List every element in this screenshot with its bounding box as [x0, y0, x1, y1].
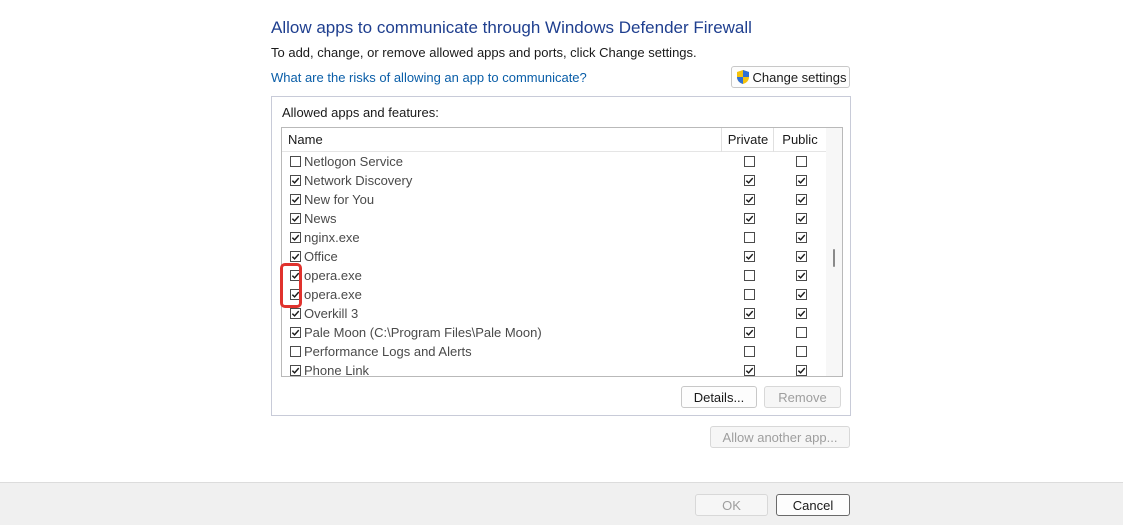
- public-network-checkbox[interactable]: [796, 308, 807, 319]
- uac-shield-icon: [735, 69, 751, 85]
- app-row[interactable]: opera.exe: [282, 266, 826, 285]
- app-enabled-checkbox[interactable]: [290, 175, 301, 186]
- private-network-checkbox[interactable]: [744, 213, 755, 224]
- app-enabled-checkbox[interactable]: [290, 251, 301, 262]
- app-name: Network Discovery: [304, 173, 413, 188]
- private-network-checkbox[interactable]: [744, 251, 755, 262]
- column-header-name[interactable]: Name: [288, 128, 718, 152]
- app-enabled-checkbox[interactable]: [290, 232, 301, 243]
- private-network-checkbox[interactable]: [744, 308, 755, 319]
- private-network-checkbox[interactable]: [744, 365, 755, 376]
- app-rows: Netlogon Service Network Discovery New for…: [282, 152, 826, 377]
- app-name: Phone Link: [304, 363, 370, 377]
- allow-another-app-button[interactable]: Allow another app...: [710, 426, 850, 448]
- app-row[interactable]: New for You: [282, 190, 826, 209]
- page-title: Allow apps to communicate through Window…: [271, 18, 752, 37]
- change-settings-label: Change settings: [752, 69, 847, 85]
- app-row[interactable]: Overkill 3: [282, 304, 826, 323]
- private-network-checkbox[interactable]: [744, 232, 755, 243]
- app-name: News: [304, 211, 337, 226]
- public-network-checkbox[interactable]: [796, 194, 807, 205]
- private-network-checkbox[interactable]: [744, 289, 755, 300]
- app-enabled-checkbox[interactable]: [290, 289, 301, 300]
- app-row[interactable]: Pale Moon (C:\Program Files\Pale Moon): [282, 323, 826, 342]
- app-enabled-checkbox[interactable]: [290, 156, 301, 167]
- cancel-button[interactable]: Cancel: [776, 494, 850, 516]
- public-network-checkbox[interactable]: [796, 175, 807, 186]
- risks-help-link[interactable]: What are the risks of allowing an app to…: [271, 70, 587, 85]
- app-enabled-checkbox[interactable]: [290, 346, 301, 357]
- allowed-apps-group: Allowed apps and features: Name Private …: [271, 96, 851, 416]
- page-subtitle: To add, change, or remove allowed apps a…: [271, 45, 697, 60]
- private-network-checkbox[interactable]: [744, 156, 755, 167]
- public-network-checkbox[interactable]: [796, 365, 807, 376]
- app-enabled-checkbox[interactable]: [290, 327, 301, 338]
- app-name: opera.exe: [304, 287, 362, 302]
- dialog-footer: OK Cancel: [0, 482, 1123, 525]
- app-enabled-checkbox[interactable]: [290, 365, 301, 376]
- firewall-allowed-apps-dialog: Allow apps to communicate through Window…: [0, 0, 1123, 525]
- public-network-checkbox[interactable]: [796, 270, 807, 281]
- list-header: Name Private Public: [282, 128, 826, 152]
- app-name: opera.exe: [304, 268, 362, 283]
- app-enabled-checkbox[interactable]: [290, 213, 301, 224]
- app-name: Pale Moon (C:\Program Files\Pale Moon): [304, 325, 542, 340]
- private-network-checkbox[interactable]: [744, 194, 755, 205]
- change-settings-button[interactable]: Change settings: [731, 66, 850, 88]
- public-network-checkbox[interactable]: [796, 327, 807, 338]
- vertical-scrollbar[interactable]: [826, 128, 842, 376]
- app-row[interactable]: nginx.exe: [282, 228, 826, 247]
- app-name: Performance Logs and Alerts: [304, 344, 472, 359]
- allowed-apps-label: Allowed apps and features:: [282, 105, 439, 120]
- public-network-checkbox[interactable]: [796, 251, 807, 262]
- app-row[interactable]: Performance Logs and Alerts: [282, 342, 826, 361]
- column-header-private[interactable]: Private: [722, 128, 774, 152]
- app-name: New for You: [304, 192, 375, 207]
- scrollbar-thumb[interactable]: [833, 249, 835, 267]
- public-network-checkbox[interactable]: [796, 156, 807, 167]
- app-name: Overkill 3: [304, 306, 359, 321]
- private-network-checkbox[interactable]: [744, 270, 755, 281]
- app-row[interactable]: Office: [282, 247, 826, 266]
- app-name: nginx.exe: [304, 230, 360, 245]
- app-row[interactable]: Phone Link: [282, 361, 826, 377]
- private-network-checkbox[interactable]: [744, 175, 755, 186]
- public-network-checkbox[interactable]: [796, 346, 807, 357]
- app-row[interactable]: Network Discovery: [282, 171, 826, 190]
- details-button[interactable]: Details...: [681, 386, 757, 408]
- column-header-public[interactable]: Public: [774, 128, 826, 152]
- app-name: Netlogon Service: [304, 154, 403, 169]
- app-enabled-checkbox[interactable]: [290, 308, 301, 319]
- private-network-checkbox[interactable]: [744, 346, 755, 357]
- app-row[interactable]: opera.exe: [282, 285, 826, 304]
- app-enabled-checkbox[interactable]: [290, 270, 301, 281]
- ok-button[interactable]: OK: [695, 494, 768, 516]
- app-enabled-checkbox[interactable]: [290, 194, 301, 205]
- public-network-checkbox[interactable]: [796, 213, 807, 224]
- private-network-checkbox[interactable]: [744, 327, 755, 338]
- app-name: Office: [304, 249, 338, 264]
- remove-button[interactable]: Remove: [764, 386, 841, 408]
- app-row[interactable]: Netlogon Service: [282, 152, 826, 171]
- public-network-checkbox[interactable]: [796, 289, 807, 300]
- public-network-checkbox[interactable]: [796, 232, 807, 243]
- app-row[interactable]: News: [282, 209, 826, 228]
- allowed-apps-list: Name Private Public Netlogon Service Netw…: [281, 127, 843, 377]
